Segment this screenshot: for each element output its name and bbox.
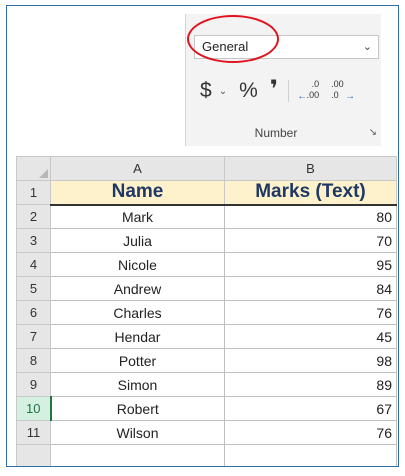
chevron-down-icon[interactable]: ⌄ xyxy=(219,86,227,97)
row-header[interactable] xyxy=(16,444,51,466)
select-all-icon xyxy=(39,169,48,178)
decrease-decimal-bottom: .0 xyxy=(331,90,339,100)
marks-cell[interactable]: 70 xyxy=(224,228,397,253)
row-header[interactable]: 1 xyxy=(16,180,51,205)
row-header-selected[interactable]: 10 xyxy=(16,396,52,421)
name-cell[interactable]: Potter xyxy=(50,348,225,373)
row-header[interactable]: 7 xyxy=(16,324,51,349)
marks-cell[interactable]: 67 xyxy=(224,396,397,421)
marks-cell[interactable] xyxy=(224,444,397,466)
header-cell-name[interactable]: Name xyxy=(50,180,225,206)
column-header-a[interactable]: A xyxy=(50,156,225,181)
name-cell[interactable]: Andrew xyxy=(50,276,225,301)
marks-cell[interactable]: 45 xyxy=(224,324,397,349)
decrease-decimal-button[interactable]: .00 .0 → xyxy=(331,78,355,104)
row-header[interactable]: 4 xyxy=(16,252,51,277)
name-cell[interactable]: Mark xyxy=(50,204,225,229)
column-header-b[interactable]: B xyxy=(224,156,397,181)
name-cell[interactable]: Hendar xyxy=(50,324,225,349)
ribbon-group-label: Number xyxy=(254,126,298,140)
increase-decimal-bottom: .00 xyxy=(306,90,320,100)
dialog-launcher-icon[interactable]: ↘ xyxy=(369,127,377,138)
name-cell[interactable]: Julia xyxy=(50,228,225,253)
ribbon-separator xyxy=(288,80,290,102)
highlight-annotation xyxy=(187,15,279,63)
row-header[interactable]: 11 xyxy=(16,420,51,445)
name-cell[interactable]: Simon xyxy=(50,372,225,397)
comma-style-button[interactable]: ❜ xyxy=(270,75,278,104)
number-format-buttons: $ ⌄ % ❜ ← .0 .00 .00 .0 → xyxy=(200,75,365,105)
row-header[interactable]: 9 xyxy=(16,372,51,397)
percent-style-button[interactable]: % xyxy=(239,79,258,103)
marks-cell[interactable]: 76 xyxy=(224,300,397,325)
marks-cell[interactable]: 98 xyxy=(224,348,397,373)
header-cell-marks[interactable]: Marks (Text) xyxy=(224,180,397,206)
row-header[interactable]: 2 xyxy=(16,204,51,229)
name-cell[interactable] xyxy=(50,444,225,466)
marks-cell[interactable]: 95 xyxy=(224,252,397,277)
row-header[interactable]: 8 xyxy=(16,348,51,373)
name-cell[interactable]: Nicole xyxy=(50,252,225,277)
row-header[interactable]: 6 xyxy=(16,300,51,325)
name-cell[interactable]: Charles xyxy=(50,300,225,325)
name-cell[interactable]: Robert xyxy=(50,396,225,421)
select-all-corner[interactable] xyxy=(16,156,51,181)
screenshot-frame: General ⌄ $ ⌄ % ❜ ← .0 .00 .00 .0 → Numb… xyxy=(6,5,399,467)
increase-decimal-top: .0 xyxy=(311,79,320,89)
arrow-right-icon: → xyxy=(345,91,356,102)
accounting-format-button[interactable]: $ xyxy=(200,79,212,103)
spreadsheet-grid: A B 1 Name Marks (Text) 2 Mark 80 3 Juli… xyxy=(16,156,397,466)
name-cell[interactable]: Wilson xyxy=(50,420,225,445)
row-header[interactable]: 5 xyxy=(16,276,51,301)
row-header[interactable]: 3 xyxy=(16,228,51,253)
marks-cell[interactable]: 84 xyxy=(224,276,397,301)
marks-cell[interactable]: 80 xyxy=(224,204,397,229)
decrease-decimal-top: .00 xyxy=(331,79,344,89)
increase-decimal-button[interactable]: ← .0 .00 xyxy=(297,78,321,104)
marks-cell[interactable]: 76 xyxy=(224,420,397,445)
marks-cell[interactable]: 89 xyxy=(224,372,397,397)
chevron-down-icon[interactable]: ⌄ xyxy=(363,36,372,58)
